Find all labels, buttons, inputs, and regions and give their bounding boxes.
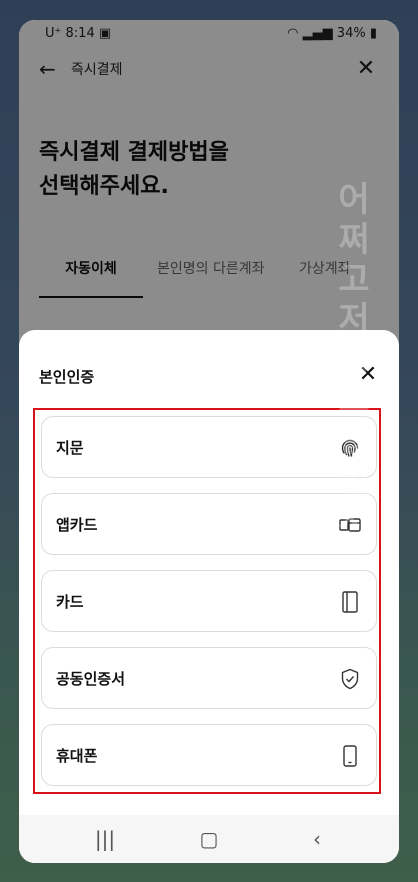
option-joint-certificate[interactable]: 공동인증서 [41, 647, 377, 709]
option-label: 지문 [56, 439, 84, 457]
option-label: 휴대폰 [56, 747, 98, 765]
option-label: 앱카드 [56, 516, 98, 534]
option-fingerprint[interactable]: 지문 [41, 416, 377, 478]
option-mobile-phone[interactable]: 휴대폰 [41, 724, 377, 786]
watermark-text: 어쩌고저쩌고 실험지 [338, 180, 370, 540]
option-card[interactable]: 카드 [41, 570, 377, 632]
card-icon [342, 591, 358, 613]
nav-back-icon[interactable]: ‹ [297, 825, 337, 853]
system-nav-bar: ||| ▢ ‹ [19, 815, 399, 863]
recent-apps-icon[interactable]: ||| [85, 825, 125, 853]
home-icon[interactable]: ▢ [189, 825, 229, 853]
sheet-title: 본인인증 [39, 368, 95, 386]
shield-check-icon [341, 668, 359, 690]
option-app-card[interactable]: 앱카드 [41, 493, 377, 555]
option-label: 공동인증서 [56, 670, 126, 688]
option-label: 카드 [56, 593, 84, 611]
mobile-phone-icon [343, 745, 357, 767]
